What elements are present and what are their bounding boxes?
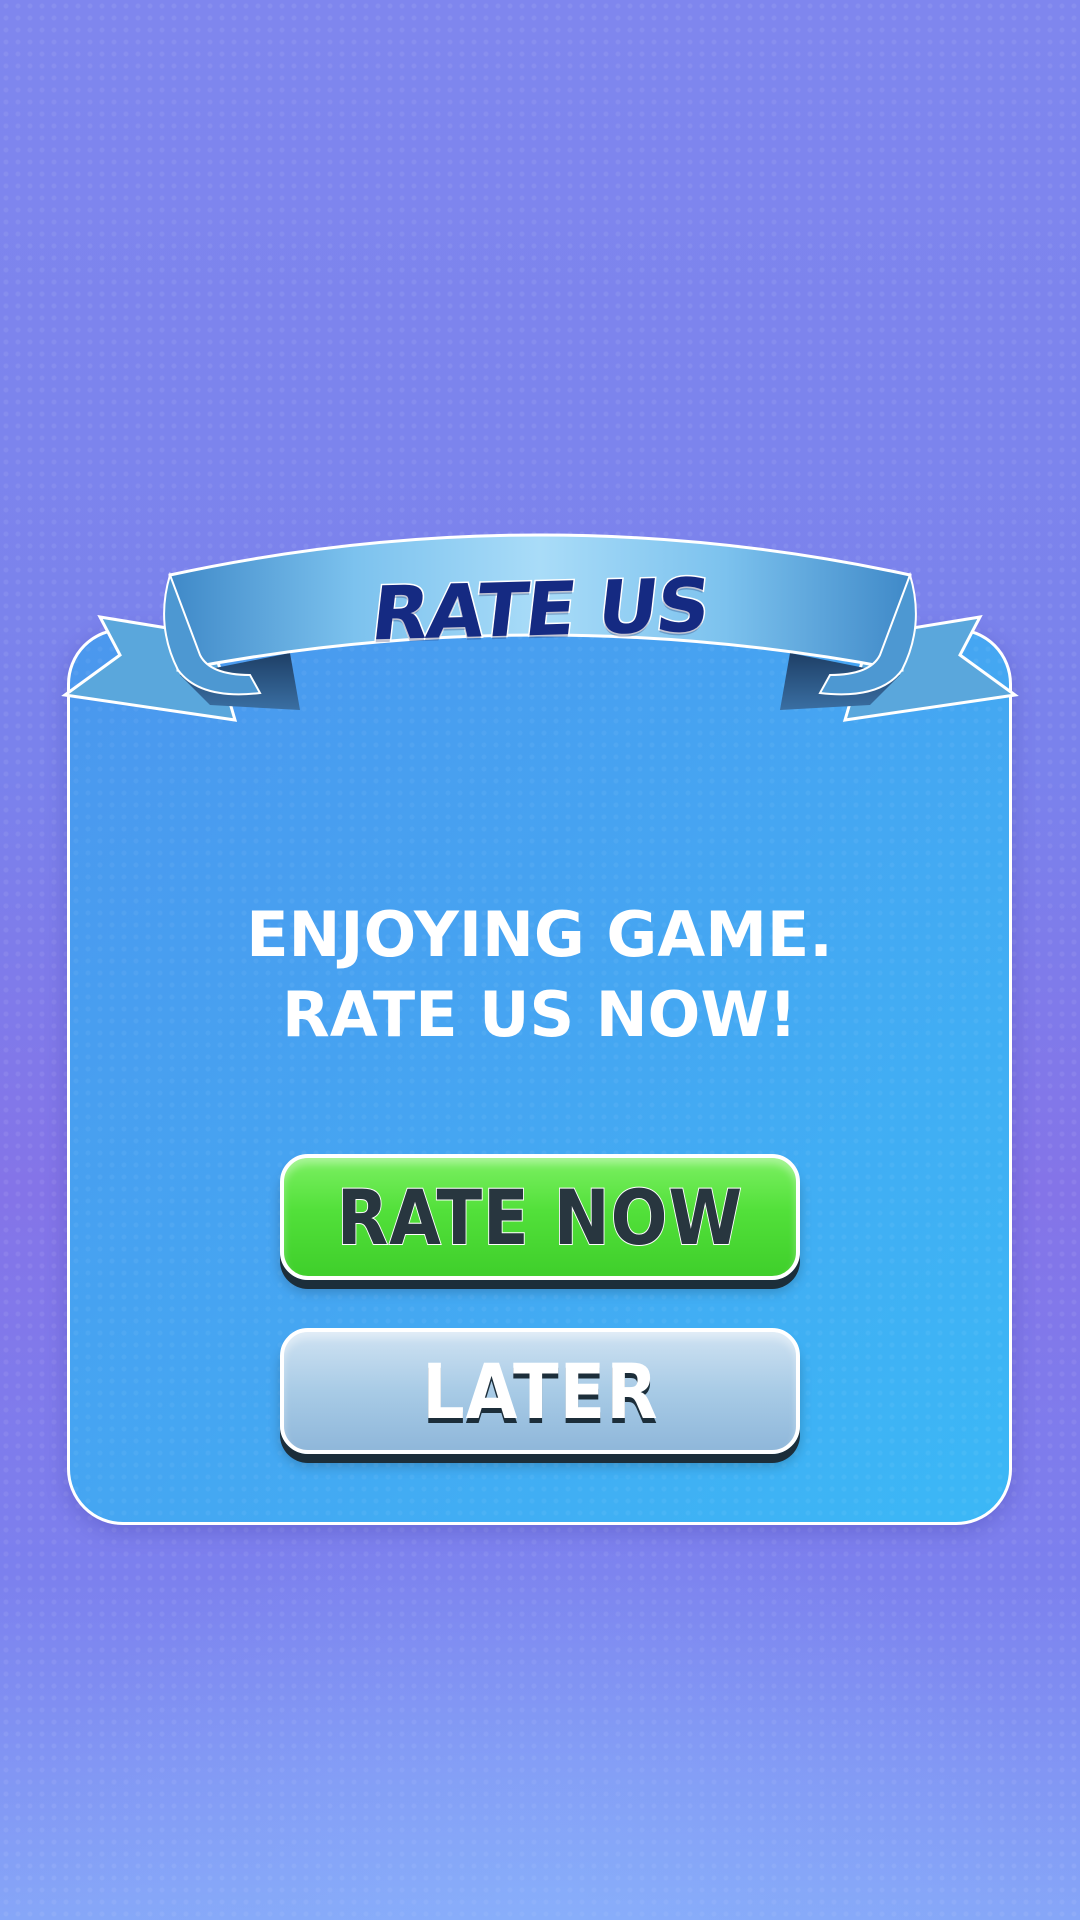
later-button[interactable]: LATER	[280, 1328, 800, 1454]
dialog-message: ENJOYING GAME. RATE US NOW!	[67, 895, 1012, 1055]
rate-now-button-label: RATE NOW	[336, 1172, 744, 1263]
rate-now-button[interactable]: RATE NOW	[280, 1154, 800, 1280]
message-line-1: ENJOYING GAME.	[246, 898, 833, 971]
message-line-2: RATE US NOW!	[282, 978, 797, 1051]
title-ribbon: RATE US	[60, 525, 1020, 745]
background-glow	[0, 1480, 1080, 1920]
later-button-label: LATER	[421, 1346, 659, 1436]
